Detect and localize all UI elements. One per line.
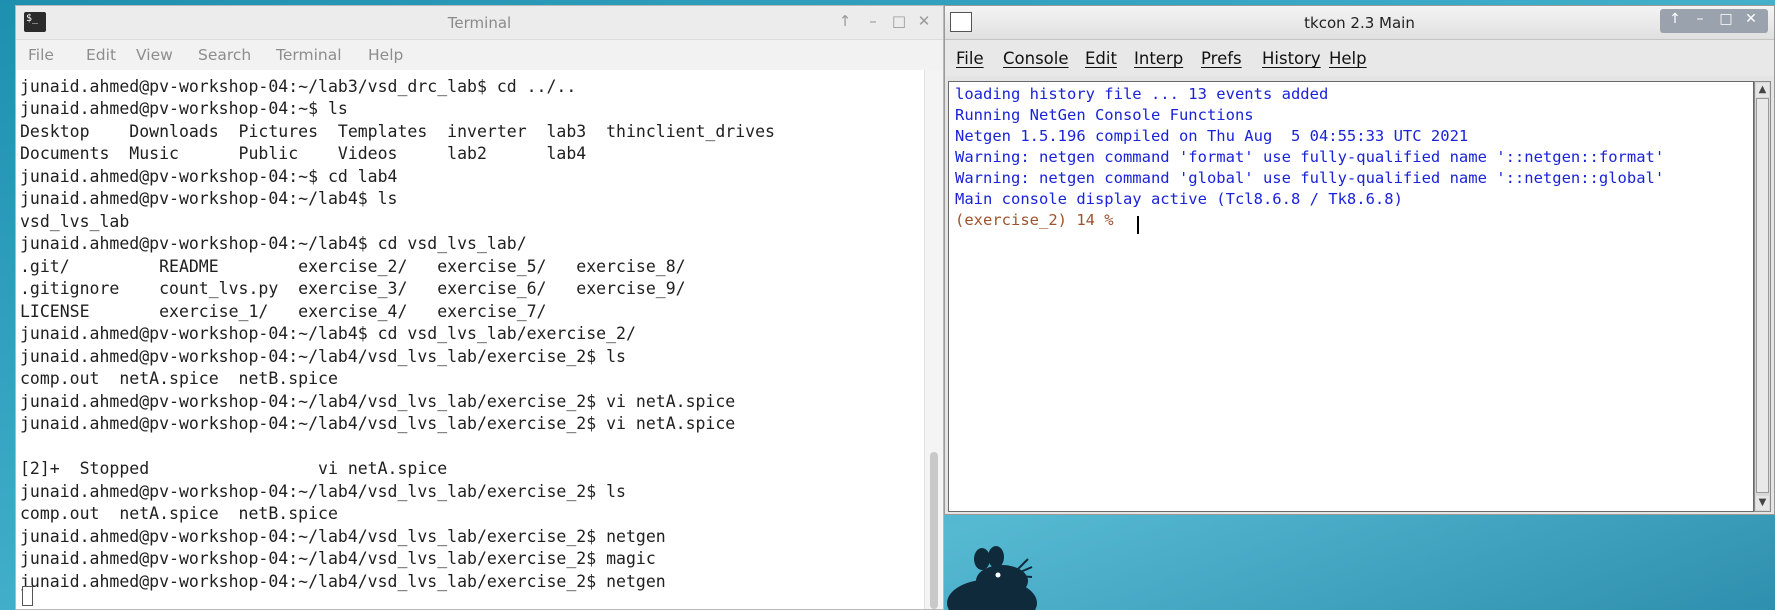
terminal-line: Desktop Downloads Pictures Templates inv… (20, 122, 775, 141)
terminal-line: comp.out netA.spice netB.spice (20, 504, 338, 523)
terminal-line: .gitignore count_lvs.py exercise_3/ exer… (20, 279, 686, 298)
menu-console[interactable]: Console (1003, 49, 1069, 68)
terminal-line: junaid.ahmed@pv-workshop-04:~/lab4/vsd_l… (20, 414, 736, 433)
menu-edit[interactable]: Edit (1085, 49, 1117, 68)
terminal-output[interactable]: junaid.ahmed@pv-workshop-04:~/lab3/vsd_d… (16, 70, 926, 609)
maximize-up-icon[interactable]: ↑ (835, 12, 855, 30)
terminal-line: junaid.ahmed@pv-workshop-04:~/lab4/vsd_l… (20, 527, 666, 546)
menu-file[interactable]: File (28, 46, 54, 64)
close-button[interactable]: ✕ (914, 12, 934, 30)
tkcon-menubar: File Console Edit Interp Prefs History H… (945, 40, 1774, 76)
terminal-titlebar[interactable]: $_ Terminal ↑ – □ ✕ (16, 6, 943, 40)
terminal-cursor (22, 586, 33, 606)
terminal-line: junaid.ahmed@pv-workshop-04:~/lab4/vsd_l… (20, 549, 656, 568)
menu-prefs[interactable]: Prefs (1201, 49, 1242, 68)
terminal-line: .git/ README exercise_2/ exercise_5/ exe… (20, 257, 686, 276)
terminal-title: Terminal (447, 14, 512, 32)
menu-view[interactable]: View (136, 46, 173, 64)
terminal-line: Documents Music Public Videos lab2 lab4 (20, 144, 587, 163)
terminal-scrollbar[interactable] (924, 70, 943, 609)
menu-search[interactable]: Search (198, 46, 251, 64)
terminal-line: junaid.ahmed@pv-workshop-04:~/lab4/vsd_l… (20, 392, 736, 411)
terminal-line: junaid.ahmed@pv-workshop-04:~/lab4$ cd v… (20, 234, 527, 253)
terminal-line: junaid.ahmed@pv-workshop-04:~$ ls (20, 99, 348, 118)
menu-history[interactable]: History (1262, 49, 1321, 68)
terminal-line: junaid.ahmed@pv-workshop-04:~/lab4$ ls (20, 189, 398, 208)
console-prompt[interactable]: (exercise_2) 14 % (955, 210, 1123, 231)
maximize-up-icon[interactable]: ↑ (1664, 11, 1686, 27)
console-line: Warning: netgen command 'format' use ful… (955, 148, 1665, 166)
minimize-button[interactable]: – (863, 12, 883, 30)
terminal-line: LICENSE exercise_1/ exercise_4/ exercise… (20, 302, 547, 321)
console-line: loading history file ... 13 events added (955, 85, 1329, 103)
menu-terminal[interactable]: Terminal (276, 46, 342, 64)
tkcon-title: tkcon 2.3 Main (1304, 14, 1415, 32)
tkcon-scrollbar[interactable]: ▲ ▼ (1754, 81, 1771, 512)
terminal-line: junaid.ahmed@pv-workshop-04:~/lab3/vsd_d… (20, 77, 577, 96)
terminal-line: junaid.ahmed@pv-workshop-04:~/lab4/vsd_l… (20, 482, 626, 501)
maximize-button[interactable]: □ (1715, 11, 1737, 27)
console-line: Warning: netgen command 'global' use ful… (955, 169, 1665, 187)
terminal-line: [2]+ Stopped vi netA.spice (20, 459, 448, 478)
scroll-up-arrow-icon[interactable]: ▲ (1756, 83, 1769, 97)
console-line: Main console display active (Tcl8.6.8 / … (955, 190, 1403, 208)
desktop-mascot-icon (947, 546, 1037, 610)
tkcon-scroll-thumb[interactable] (1756, 98, 1769, 493)
tkcon-titlebar[interactable]: tkcon 2.3 Main ↑ – □ ✕ (945, 6, 1774, 40)
terminal-line: junaid.ahmed@pv-workshop-04:~/lab4/vsd_l… (20, 572, 666, 591)
menu-interp[interactable]: Interp (1134, 49, 1183, 68)
window-controls: ↑ – □ ✕ (1660, 9, 1768, 33)
minimize-button[interactable]: – (1689, 11, 1711, 27)
text-caret (1137, 216, 1139, 234)
menu-edit[interactable]: Edit (86, 46, 116, 64)
tkcon-console-output[interactable]: loading history file ... 13 events added… (948, 81, 1754, 512)
menu-help[interactable]: Help (1329, 49, 1367, 68)
scroll-down-arrow-icon[interactable]: ▼ (1756, 496, 1769, 510)
tkcon-window[interactable]: tkcon 2.3 Main ↑ – □ ✕ File Console Edit… (944, 5, 1775, 515)
terminal-line: junaid.ahmed@pv-workshop-04:~$ cd lab4 (20, 167, 398, 186)
console-line: Netgen 1.5.196 compiled on Thu Aug 5 04:… (955, 127, 1469, 145)
terminal-line: comp.out netA.spice netB.spice (20, 369, 338, 388)
terminal-line: junaid.ahmed@pv-workshop-04:~/lab4$ cd v… (20, 324, 636, 343)
menu-file[interactable]: File (956, 49, 984, 68)
console-line: Running NetGen Console Functions (955, 106, 1254, 124)
close-button[interactable]: ✕ (1740, 11, 1762, 27)
menu-help[interactable]: Help (368, 46, 403, 64)
terminal-scroll-thumb[interactable] (930, 452, 938, 609)
terminal-menubar: File Edit View Search Terminal Help (16, 40, 943, 71)
maximize-button[interactable]: □ (889, 12, 909, 30)
terminal-line: junaid.ahmed@pv-workshop-04:~/lab4/vsd_l… (20, 347, 626, 366)
terminal-line: vsd_lvs_lab (20, 212, 130, 231)
terminal-window[interactable]: $_ Terminal ↑ – □ ✕ File Edit View Searc… (15, 5, 944, 610)
